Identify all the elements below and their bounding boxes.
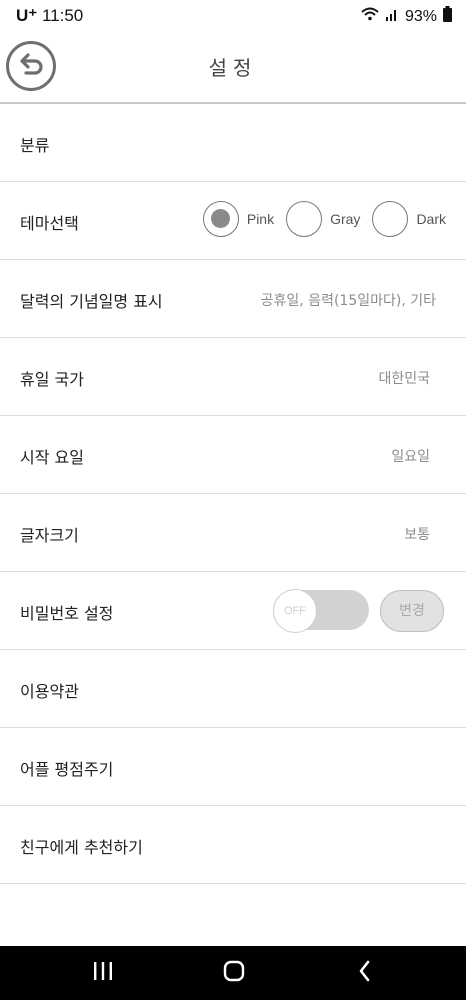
home-icon [222, 959, 246, 987]
holiday-country-value: 대한민국 [378, 371, 430, 387]
settings-row-holiday-country[interactable]: 휴일 국가 대한민국 [0, 338, 466, 416]
theme-option-label: Gray [330, 211, 361, 227]
calendar-anniversary-value: 공휴일, 음력(15일마다), 기타 [260, 293, 436, 309]
settings-row-font-size[interactable]: 글자크기 보통 [0, 494, 466, 572]
status-left: U⁺ 11:50 [16, 6, 83, 26]
carrier-label: U⁺ [16, 6, 38, 25]
theme-option-label: Dark [416, 211, 446, 227]
start-day-value: 일요일 [391, 449, 430, 465]
calendar-anniversary-label: 달력의 기념일명 표시 [20, 292, 163, 311]
settings-row-theme: 테마선택 Pink Gray Dark [0, 182, 466, 260]
theme-option-label: Pink [246, 211, 275, 227]
terms-label: 이용약관 [20, 682, 79, 701]
page-title: 설정 [208, 56, 258, 80]
password-label: 비밀번호 설정 [20, 604, 114, 623]
back-nav-button[interactable] [350, 960, 380, 986]
theme-radio-group: Pink Gray Dark [191, 201, 446, 237]
font-size-value: 보통 [404, 527, 430, 543]
radio-unselected-icon[interactable] [286, 201, 323, 237]
recommend-label: 친구에게 추천하기 [20, 838, 143, 857]
status-right: 93% [361, 6, 452, 27]
settings-row-calendar-anniversary[interactable]: 달력의 기념일명 표시 공휴일, 음력(15일마다), 기타 [0, 260, 466, 338]
toggle-knob[interactable]: OFF [273, 589, 317, 633]
rate-app-label: 어플 평점주기 [20, 760, 114, 779]
system-nav-bar [0, 946, 466, 1000]
recent-apps-icon [92, 961, 114, 985]
settings-row-category[interactable]: 분류 [0, 104, 466, 182]
settings-row-rate-app[interactable]: 어플 평점주기 [0, 728, 466, 806]
start-day-label: 시작 요일 [20, 448, 84, 467]
radio-unselected-icon[interactable] [372, 201, 409, 237]
radio-selected-icon[interactable] [202, 201, 239, 237]
category-label: 분류 [20, 136, 50, 155]
theme-option-pink[interactable]: Pink [202, 201, 275, 237]
font-size-label: 글자크기 [20, 526, 79, 545]
password-toggle[interactable]: OFF [273, 589, 369, 633]
theme-option-dark[interactable]: Dark [372, 201, 446, 237]
status-time: 11:50 [41, 6, 84, 25]
theme-option-gray[interactable]: Gray [286, 201, 360, 237]
back-chevron-icon [357, 960, 373, 986]
wifi-icon [361, 7, 379, 26]
settings-row-terms[interactable]: 이용약관 [0, 650, 466, 728]
recent-apps-button[interactable] [88, 960, 118, 986]
settings-row-password: 비밀번호 설정 OFF 변경 [0, 572, 466, 650]
settings-row-start-day[interactable]: 시작 요일 일요일 [0, 416, 466, 494]
settings-row-recommend[interactable]: 친구에게 추천하기 [0, 806, 466, 884]
battery-percent: 93% [404, 7, 437, 25]
signal-icon [385, 7, 399, 26]
status-bar: U⁺ 11:50 93% [0, 0, 466, 30]
holiday-country-label: 휴일 국가 [20, 370, 84, 389]
settings-list: 분류 테마선택 Pink Gray Dark 달력의 기념일명 표시 공휴일, … [0, 104, 466, 884]
header: 설정 [0, 30, 466, 104]
home-button[interactable] [219, 960, 249, 986]
theme-label: 테마선택 [20, 214, 79, 233]
battery-icon [443, 6, 452, 27]
password-change-button[interactable]: 변경 [380, 590, 444, 632]
